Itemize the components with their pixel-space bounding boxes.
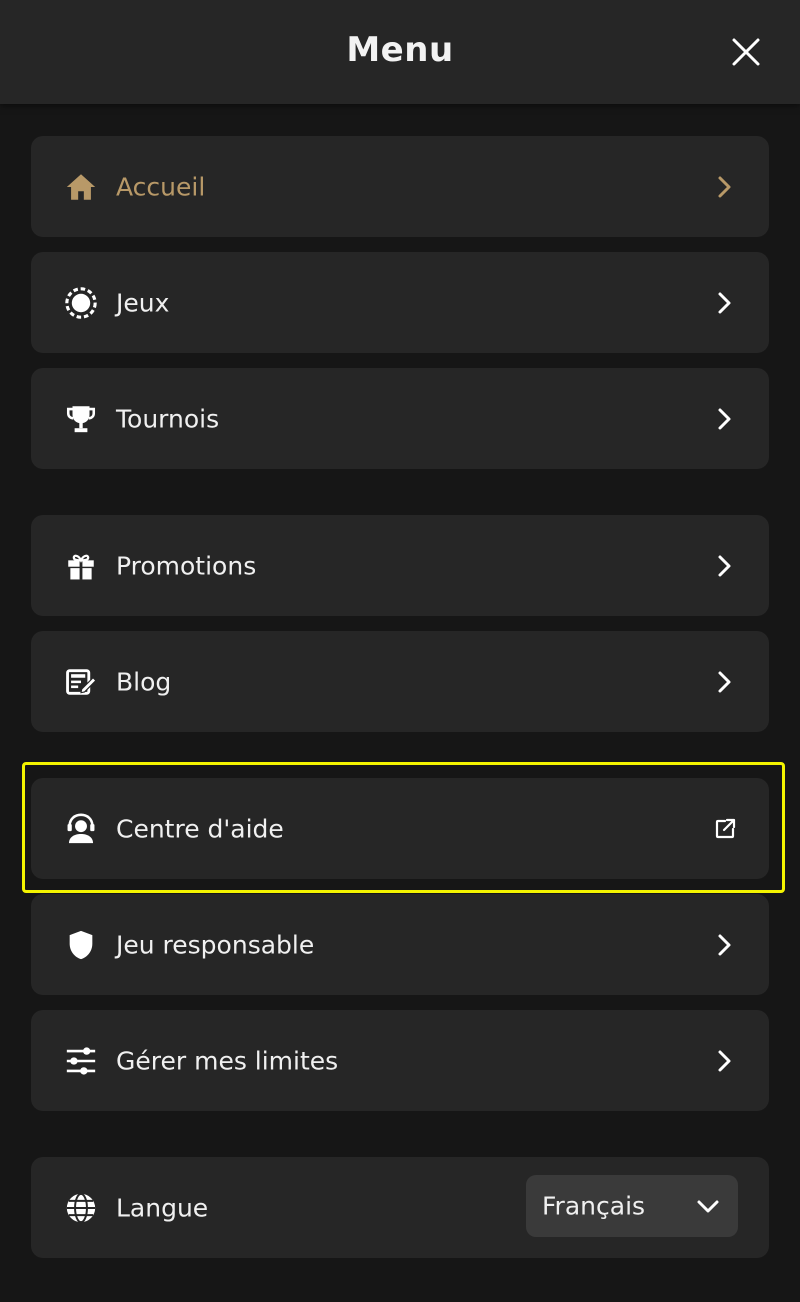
- menu-item-label: Tournois: [116, 404, 220, 433]
- trophy-icon: [63, 401, 99, 437]
- support-agent-icon: [63, 811, 99, 847]
- chevron-right-icon: [711, 668, 739, 696]
- language-row: Langue Français: [31, 1157, 769, 1258]
- chevron-right-icon: [711, 405, 739, 433]
- language-label: Langue: [116, 1193, 209, 1222]
- menu-item-label: Promotions: [116, 551, 257, 580]
- home-icon: [63, 169, 99, 205]
- casino-chip-icon: [63, 285, 99, 321]
- menu-item-label: Blog: [116, 667, 172, 696]
- blog-edit-icon: [63, 664, 99, 700]
- page-title: Menu: [346, 30, 454, 70]
- menu-item-label: Gérer mes limites: [116, 1046, 339, 1075]
- menu-item-promotions[interactable]: Promotions: [31, 515, 769, 616]
- menu-item-label: Accueil: [116, 172, 206, 201]
- language-selected-value: Français: [542, 1191, 646, 1221]
- chevron-right-icon: [711, 173, 739, 201]
- menu-item-jeux[interactable]: Jeux: [31, 252, 769, 353]
- menu-item-accueil[interactable]: Accueil: [31, 136, 769, 237]
- chevron-right-icon: [711, 552, 739, 580]
- sliders-icon: [63, 1043, 99, 1079]
- shield-icon: [63, 927, 99, 963]
- menu-item-label: Jeu responsable: [116, 930, 315, 959]
- chevron-right-icon: [711, 931, 739, 959]
- menu-item-gerer-limites[interactable]: Gérer mes limites: [31, 1010, 769, 1111]
- chevron-down-icon: [694, 1192, 722, 1220]
- menu-item-label: Centre d'aide: [116, 814, 284, 843]
- external-link-icon: [711, 815, 739, 843]
- menu-header: Menu: [0, 0, 800, 104]
- gift-icon: [63, 548, 99, 584]
- menu-item-centre-aide[interactable]: Centre d'aide: [31, 778, 769, 879]
- menu-item-tournois[interactable]: Tournois: [31, 368, 769, 469]
- chevron-right-icon: [711, 1047, 739, 1075]
- close-icon: [732, 38, 760, 66]
- chevron-right-icon: [711, 289, 739, 317]
- menu-item-blog[interactable]: Blog: [31, 631, 769, 732]
- menu-item-jeu-responsable[interactable]: Jeu responsable: [31, 894, 769, 995]
- close-button[interactable]: [720, 26, 772, 78]
- menu-item-label: Jeux: [116, 288, 170, 317]
- globe-icon: [63, 1190, 99, 1226]
- language-select[interactable]: Français: [526, 1175, 738, 1237]
